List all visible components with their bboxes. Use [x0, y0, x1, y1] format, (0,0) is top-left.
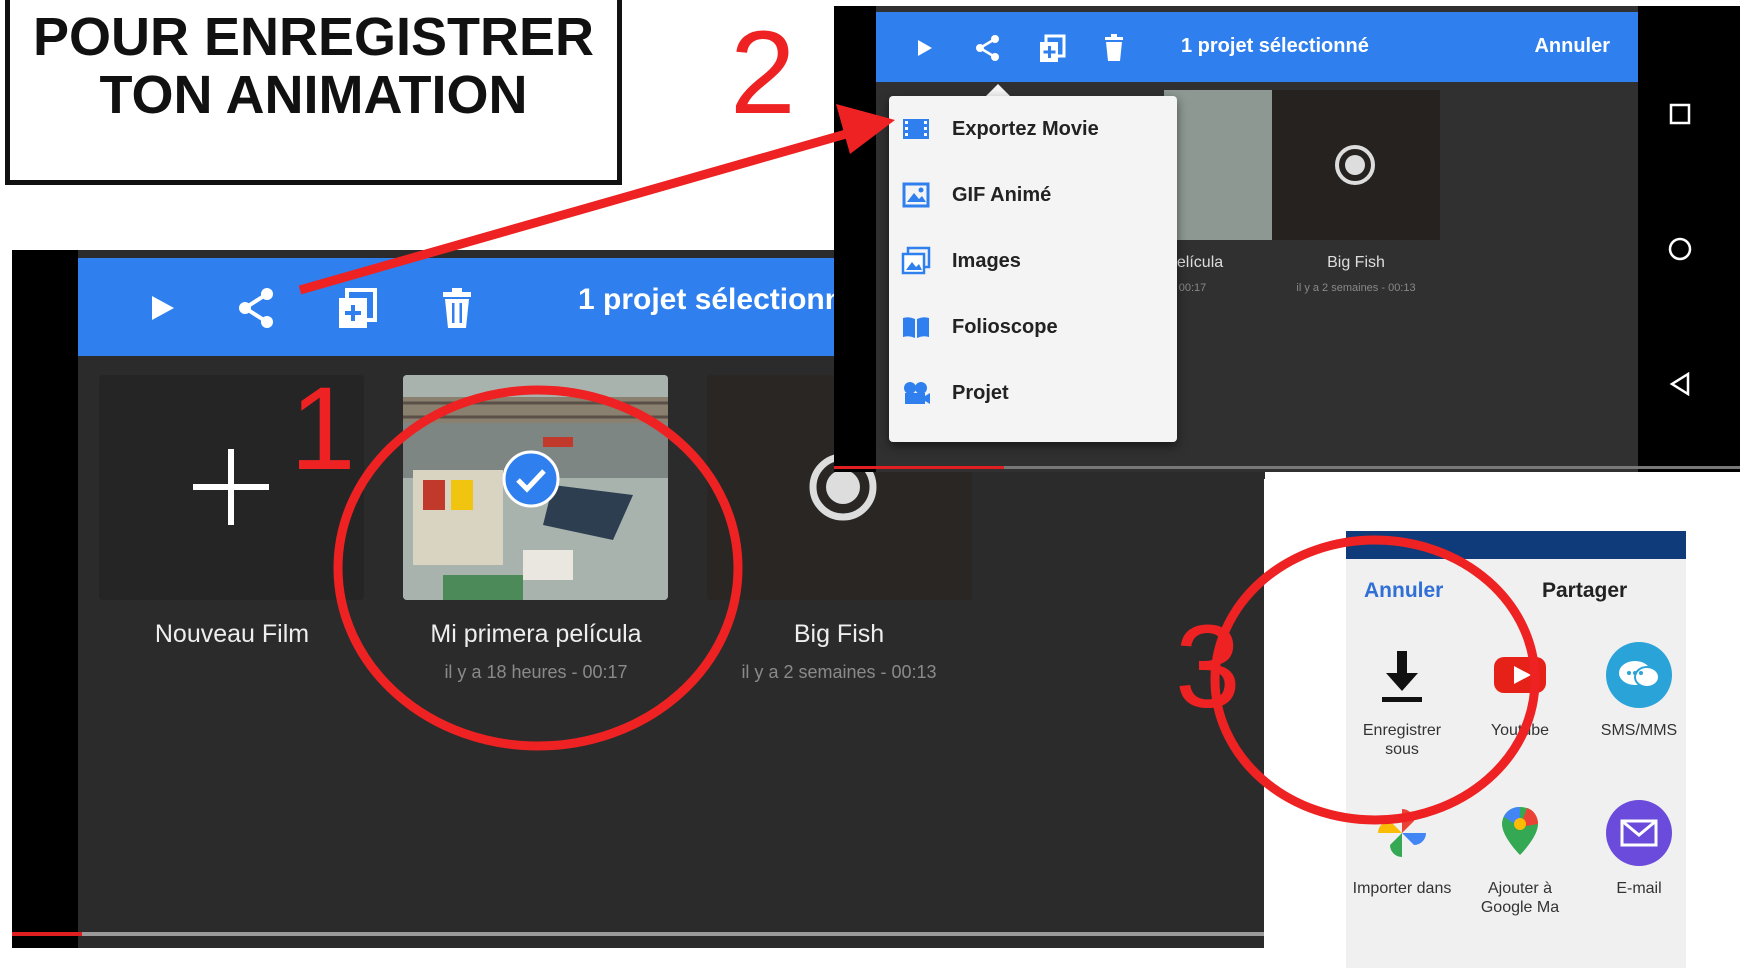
screen2-toolbar: 1 projet sélectionné Annuler: [876, 12, 1638, 82]
screen2-selection-title: 1 projet sélectionné: [1181, 35, 1369, 57]
card-name: Big Fish: [793, 620, 885, 648]
app-sms[interactable]: SMS/MMS: [1584, 639, 1694, 740]
share-icon[interactable]: [233, 284, 281, 332]
menu-item-label: GIF Animé: [952, 184, 1052, 206]
share-title: Partager: [1542, 579, 1628, 602]
app-email[interactable]: E-mail: [1584, 797, 1694, 898]
download-icon: [1382, 651, 1422, 702]
title-line-2: TON ANIMATION: [99, 65, 528, 125]
menu-item-export-movie[interactable]: Exportez Movie: [889, 102, 1177, 158]
card-meta: il y a 2 semaines - 00:13: [1296, 282, 1416, 294]
duplicate-icon[interactable]: [333, 284, 381, 332]
menu-item-label: Images: [952, 250, 1021, 272]
sms-icon: [1606, 642, 1672, 708]
card-meta: il y a 18 heures - 00:17: [444, 662, 628, 682]
step-number-1: 1: [290, 363, 356, 495]
project-thumbnail[interactable]: [1164, 90, 1277, 240]
menu-item-label: Folioscope: [952, 316, 1058, 338]
plus-icon: [193, 449, 269, 525]
menu-pointer: [986, 84, 1010, 96]
menu-item-gif[interactable]: GIF Animé: [889, 168, 1177, 224]
card-name: Mi primera película: [430, 620, 642, 648]
screen1-selection-title: 1 projet sélectionné: [578, 283, 860, 316]
duplicate-icon[interactable]: [1036, 32, 1068, 64]
share-icon[interactable]: [972, 32, 1004, 64]
app-save-as[interactable]: Enregistrer sous: [1347, 639, 1457, 759]
video-progress-fill: [834, 466, 1004, 469]
circle-icon[interactable]: [1650, 234, 1710, 264]
menu-item-label: Projet: [952, 382, 1009, 404]
check-icon: [502, 450, 560, 508]
app-label: Enregistrer sous: [1362, 722, 1442, 758]
projector-icon: [904, 382, 930, 404]
card-meta: il y a 2 semaines - 00:13: [741, 662, 937, 682]
left-black-bar: [12, 250, 78, 948]
youtube-icon: [1494, 657, 1546, 693]
share-cancel-button[interactable]: Annuler: [1364, 579, 1443, 603]
app-label: Youtube: [1490, 722, 1550, 739]
title-box: POUR ENREGISTRER TON ANIMATION: [5, 0, 622, 185]
card-name: Nouveau Film: [154, 620, 310, 648]
screen2-cancel-button[interactable]: Annuler: [1534, 35, 1610, 58]
app-label: Importer dans: [1352, 880, 1452, 897]
record-icon: [1335, 145, 1375, 185]
menu-item-folioscope[interactable]: Folioscope: [889, 300, 1177, 356]
trash-icon[interactable]: [1098, 32, 1130, 64]
square-icon[interactable]: [1650, 99, 1710, 129]
photos-pinwheel-icon: [1378, 809, 1426, 857]
export-menu: Exportez Movie GIF Animé Images Foliosco…: [889, 96, 1177, 442]
app-google-maps[interactable]: Ajouter à Google Ma: [1465, 797, 1575, 917]
project-card-selected[interactable]: [403, 375, 668, 600]
image-icon: [902, 182, 930, 208]
back-triangle-icon[interactable]: [1650, 369, 1710, 399]
screen-2-export-menu: 1 projet sélectionné Annuler película - …: [834, 6, 1740, 472]
title-line-1: POUR ENREGISTRER: [32, 7, 595, 67]
maps-pin-icon: [1502, 807, 1538, 855]
video-progress-track[interactable]: [12, 932, 1265, 936]
book-icon: [903, 317, 929, 338]
menu-item-images[interactable]: Images: [889, 234, 1177, 290]
images-icon: [901, 246, 931, 275]
menu-item-label: Exportez Movie: [952, 118, 1099, 140]
project-thumbnail-big-fish[interactable]: [1272, 90, 1440, 240]
share-sheet-topbar: [1346, 531, 1686, 559]
card-name: Big Fish: [1327, 254, 1385, 271]
step-number-2: 2: [730, 7, 796, 139]
card-meta: - 00:17: [1172, 282, 1207, 294]
app-label: E-mail: [1616, 880, 1662, 897]
app-youtube[interactable]: Youtube: [1465, 639, 1575, 740]
app-import[interactable]: Importer dans: [1347, 797, 1457, 898]
menu-item-projet[interactable]: Projet: [889, 366, 1177, 422]
video-progress-fill: [12, 932, 82, 936]
app-label: Ajouter à Google Ma: [1480, 880, 1560, 916]
app-label: SMS/MMS: [1600, 722, 1678, 739]
play-icon[interactable]: [908, 32, 940, 64]
screen-3-share-sheet: Annuler Partager Enregistrer sous Youtub…: [1264, 479, 1740, 968]
trash-icon[interactable]: [433, 284, 481, 332]
mail-icon: [1606, 800, 1672, 866]
play-icon[interactable]: [138, 284, 186, 332]
film-icon: [903, 119, 929, 139]
step-number-3: 3: [1175, 601, 1241, 733]
